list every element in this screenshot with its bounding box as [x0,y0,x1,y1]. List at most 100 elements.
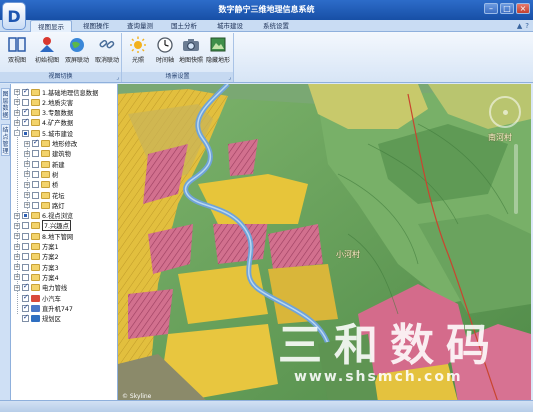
layer-checkbox[interactable] [22,212,29,220]
tree-item[interactable]: + 方案1 [14,242,59,252]
help-icon[interactable]: ? [525,22,529,30]
expand-icon[interactable]: + [14,274,20,281]
expand-icon[interactable]: + [14,99,20,106]
expand-icon[interactable]: + [14,119,20,126]
expand-icon[interactable]: + [14,243,20,250]
tree-item[interactable]: +6.视点浏览 [14,211,73,221]
layer-checkbox[interactable] [22,282,29,292]
tree-item[interactable]: + 方案4 [14,272,59,282]
expand-icon[interactable]: + [24,202,30,209]
cancel-link-button[interactable]: 取消联动 [92,35,122,69]
minimize-icon[interactable]: – [484,3,498,14]
tab-view-operation[interactable]: 视图操作 [76,20,116,32]
expand-icon[interactable]: + [24,181,30,188]
expand-icon[interactable]: + [14,89,20,95]
tree-item[interactable]: 直升机747 [14,303,73,313]
expand-icon[interactable]: + [14,212,20,219]
hide-terrain-button[interactable]: 隐藏地形 [203,35,233,69]
watermark-url: www.shsmch.com [294,369,463,385]
expand-icon[interactable]: + [24,171,30,178]
layer-checkbox[interactable] [22,87,29,96]
layer-checkbox[interactable] [32,160,39,168]
expand-icon[interactable]: + [24,150,30,157]
expand-icon[interactable]: + [24,192,30,198]
layer-checkbox[interactable] [32,181,39,189]
tree-item[interactable]: +1.基础地理信息数据 [14,87,98,97]
dual-view-button[interactable]: 双视图 [2,35,32,69]
lighting-label: 光照 [131,57,144,64]
layer-checkbox[interactable] [22,98,29,106]
dual-screen-link-button[interactable]: 双屏联动 [62,35,92,69]
group-view-switch: 双视图 初始视图 双屏联动 取消联动 视图切换 ⌟ [0,33,122,82]
tab-query-measure[interactable]: 查询量测 [120,20,160,32]
close-icon[interactable]: × [516,3,530,14]
expand-icon[interactable]: + [14,109,20,116]
layer-checkbox[interactable] [22,129,29,137]
layer-checkbox[interactable] [22,107,29,117]
layer-checkbox[interactable] [22,273,29,281]
layer-checkbox[interactable] [22,293,29,302]
tree-item[interactable]: + 方案2 [14,252,59,262]
tree-item[interactable]: +3.专题数据 [14,107,73,118]
navigation-compass-icon[interactable] [489,96,521,128]
lighting-button[interactable]: 光照 [123,35,153,69]
layer-checkbox[interactable] [32,191,39,199]
group-launcher-icon[interactable]: ⌟ [228,74,231,81]
layer-checkbox[interactable] [22,117,29,127]
layer-checkbox[interactable] [22,232,29,240]
map-snapshot-button[interactable]: 地图快照 [176,35,206,69]
ribbon-collapse-icon[interactable]: ▲ [517,22,522,30]
tree-item-label: 7.兴趣点 [42,220,71,232]
side-tab-layer-data[interactable]: 图层数据 [1,88,10,120]
tree-item[interactable]: + 方案3 [14,262,59,272]
tree-item[interactable]: + 树 [24,169,58,179]
tree-item[interactable]: +7.兴趣点 [14,220,71,232]
zoom-slider[interactable] [514,144,518,214]
expand-icon[interactable]: + [24,140,30,147]
collapse-icon[interactable]: - [14,130,20,137]
tree-item-label: 桥 [52,182,59,190]
tree-item[interactable]: + 路灯 [24,200,65,210]
car-icon [31,294,40,302]
layer-checkbox[interactable] [32,170,39,178]
group-scene-settings-label: 场景设置 [122,72,233,82]
tree-item[interactable]: 规划区 [14,313,61,324]
tab-land-analysis[interactable]: 国土分析 [164,20,204,32]
tree-item[interactable]: + 花坛 [24,190,65,200]
layer-checkbox[interactable] [22,222,29,230]
layer-checkbox[interactable] [22,253,29,261]
side-tab-node-manage[interactable]: 结点管理 [1,124,10,156]
layer-checkbox[interactable] [22,313,29,323]
layer-checkbox[interactable] [22,243,29,250]
tree-item[interactable]: 小汽车 [14,293,61,303]
layer-checkbox[interactable] [32,138,39,147]
expand-icon[interactable]: + [14,233,20,240]
tree-item[interactable]: - 5.城市建设 [14,128,73,138]
tab-view-display[interactable]: 视图显示 [30,20,72,32]
initial-view-button[interactable]: 初始视图 [32,35,62,69]
tree-item[interactable]: +2.地质灾害 [14,97,73,107]
expand-icon[interactable]: + [14,253,20,260]
layer-checkbox[interactable] [32,150,39,158]
tree-item[interactable]: + 建筑物 [24,149,71,159]
tree-item[interactable]: +4.矿产数据 [14,117,73,128]
folder-icon [31,98,40,106]
tab-urban-construction[interactable]: 城市建设 [210,20,250,32]
tree-item[interactable]: + 新建 [24,159,65,169]
app-logo[interactable]: D [2,2,26,30]
layer-checkbox[interactable] [22,303,29,312]
layer-checkbox[interactable] [22,263,29,271]
group-launcher-icon[interactable]: ⌟ [116,74,119,81]
maximize-icon[interactable]: □ [500,3,514,14]
map-view-3d[interactable]: 南河村 小河村 三和数码 www.shsmch.com © Skyline [118,84,531,402]
tree-item[interactable]: + 桥 [24,180,58,190]
tree-item[interactable]: +8.地下管网 [14,231,73,241]
tree-item[interactable]: + 地形修改 [24,138,77,149]
tab-system-settings[interactable]: 系统设置 [256,20,296,32]
expand-icon[interactable]: + [24,161,30,168]
expand-icon[interactable]: + [14,284,20,291]
expand-icon[interactable]: + [14,264,20,271]
tree-item[interactable]: + 电力管线 [14,282,67,293]
layer-checkbox[interactable] [32,201,39,209]
expand-icon[interactable]: + [14,222,20,229]
